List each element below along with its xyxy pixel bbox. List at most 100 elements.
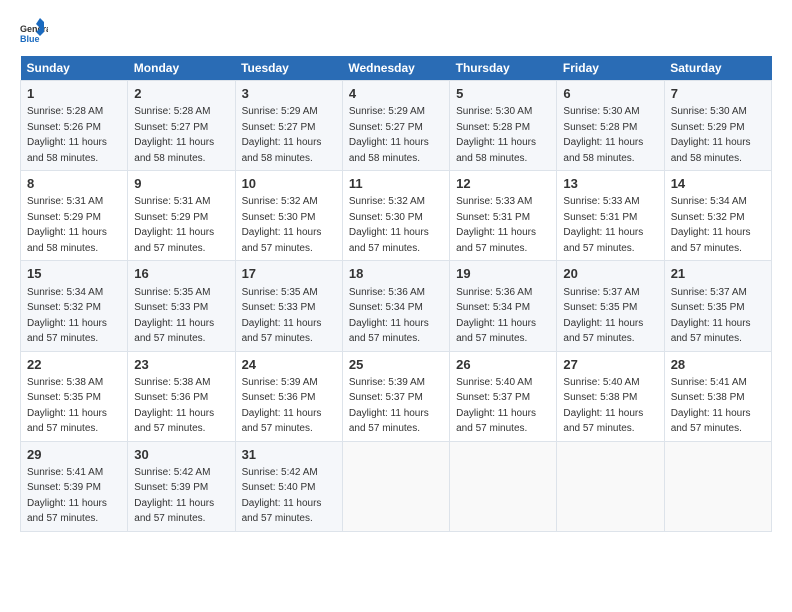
day-info: Sunrise: 5:39 AMSunset: 5:37 PMDaylight:…	[349, 377, 429, 435]
calendar-cell: 28 Sunrise: 5:41 AMSunset: 5:38 PMDaylig…	[664, 351, 771, 441]
day-number: 17	[242, 265, 336, 283]
day-info: Sunrise: 5:34 AMSunset: 5:32 PMDaylight:…	[27, 287, 107, 345]
calendar-week-row: 29 Sunrise: 5:41 AMSunset: 5:39 PMDaylig…	[21, 441, 772, 531]
day-info: Sunrise: 5:40 AMSunset: 5:37 PMDaylight:…	[456, 377, 536, 435]
svg-text:Blue: Blue	[20, 34, 40, 44]
day-number: 30	[134, 446, 228, 464]
calendar-week-row: 22 Sunrise: 5:38 AMSunset: 5:35 PMDaylig…	[21, 351, 772, 441]
calendar-cell	[664, 441, 771, 531]
calendar-cell: 18 Sunrise: 5:36 AMSunset: 5:34 PMDaylig…	[342, 261, 449, 351]
day-number: 20	[563, 265, 657, 283]
day-info: Sunrise: 5:33 AMSunset: 5:31 PMDaylight:…	[563, 196, 643, 254]
day-info: Sunrise: 5:41 AMSunset: 5:39 PMDaylight:…	[27, 467, 107, 525]
calendar-cell: 29 Sunrise: 5:41 AMSunset: 5:39 PMDaylig…	[21, 441, 128, 531]
calendar-cell: 20 Sunrise: 5:37 AMSunset: 5:35 PMDaylig…	[557, 261, 664, 351]
day-info: Sunrise: 5:37 AMSunset: 5:35 PMDaylight:…	[671, 287, 751, 345]
calendar-cell: 26 Sunrise: 5:40 AMSunset: 5:37 PMDaylig…	[450, 351, 557, 441]
day-info: Sunrise: 5:38 AMSunset: 5:35 PMDaylight:…	[27, 377, 107, 435]
logo-icon: General Blue	[20, 18, 48, 46]
day-number: 23	[134, 356, 228, 374]
day-number: 6	[563, 85, 657, 103]
day-number: 8	[27, 175, 121, 193]
day-number: 3	[242, 85, 336, 103]
calendar-table: SundayMondayTuesdayWednesdayThursdayFrid…	[20, 56, 772, 532]
day-number: 1	[27, 85, 121, 103]
calendar-cell: 25 Sunrise: 5:39 AMSunset: 5:37 PMDaylig…	[342, 351, 449, 441]
calendar-cell: 24 Sunrise: 5:39 AMSunset: 5:36 PMDaylig…	[235, 351, 342, 441]
header-friday: Friday	[557, 56, 664, 81]
calendar-week-row: 1 Sunrise: 5:28 AMSunset: 5:26 PMDayligh…	[21, 81, 772, 171]
day-info: Sunrise: 5:37 AMSunset: 5:35 PMDaylight:…	[563, 287, 643, 345]
calendar-cell	[450, 441, 557, 531]
calendar-cell: 8 Sunrise: 5:31 AMSunset: 5:29 PMDayligh…	[21, 171, 128, 261]
calendar-cell: 4 Sunrise: 5:29 AMSunset: 5:27 PMDayligh…	[342, 81, 449, 171]
day-number: 31	[242, 446, 336, 464]
day-number: 16	[134, 265, 228, 283]
calendar-cell: 6 Sunrise: 5:30 AMSunset: 5:28 PMDayligh…	[557, 81, 664, 171]
day-info: Sunrise: 5:35 AMSunset: 5:33 PMDaylight:…	[134, 287, 214, 345]
page-container: General Blue SundayMondayTuesdayWednesda…	[0, 0, 792, 542]
calendar-cell: 17 Sunrise: 5:35 AMSunset: 5:33 PMDaylig…	[235, 261, 342, 351]
day-info: Sunrise: 5:28 AMSunset: 5:27 PMDaylight:…	[134, 106, 214, 164]
day-number: 12	[456, 175, 550, 193]
day-info: Sunrise: 5:39 AMSunset: 5:36 PMDaylight:…	[242, 377, 322, 435]
header-saturday: Saturday	[664, 56, 771, 81]
calendar-cell: 19 Sunrise: 5:36 AMSunset: 5:34 PMDaylig…	[450, 261, 557, 351]
header-row: General Blue	[20, 18, 772, 46]
day-number: 10	[242, 175, 336, 193]
header-tuesday: Tuesday	[235, 56, 342, 81]
day-info: Sunrise: 5:36 AMSunset: 5:34 PMDaylight:…	[456, 287, 536, 345]
header-monday: Monday	[128, 56, 235, 81]
day-number: 21	[671, 265, 765, 283]
day-info: Sunrise: 5:30 AMSunset: 5:29 PMDaylight:…	[671, 106, 751, 164]
day-info: Sunrise: 5:29 AMSunset: 5:27 PMDaylight:…	[242, 106, 322, 164]
calendar-cell	[342, 441, 449, 531]
day-number: 18	[349, 265, 443, 283]
day-number: 7	[671, 85, 765, 103]
calendar-cell: 16 Sunrise: 5:35 AMSunset: 5:33 PMDaylig…	[128, 261, 235, 351]
day-number: 2	[134, 85, 228, 103]
day-info: Sunrise: 5:30 AMSunset: 5:28 PMDaylight:…	[456, 106, 536, 164]
day-info: Sunrise: 5:35 AMSunset: 5:33 PMDaylight:…	[242, 287, 322, 345]
day-number: 4	[349, 85, 443, 103]
day-number: 24	[242, 356, 336, 374]
calendar-cell: 10 Sunrise: 5:32 AMSunset: 5:30 PMDaylig…	[235, 171, 342, 261]
day-number: 11	[349, 175, 443, 193]
calendar-cell: 30 Sunrise: 5:42 AMSunset: 5:39 PMDaylig…	[128, 441, 235, 531]
calendar-cell: 21 Sunrise: 5:37 AMSunset: 5:35 PMDaylig…	[664, 261, 771, 351]
day-number: 27	[563, 356, 657, 374]
day-number: 22	[27, 356, 121, 374]
calendar-cell: 11 Sunrise: 5:32 AMSunset: 5:30 PMDaylig…	[342, 171, 449, 261]
day-number: 28	[671, 356, 765, 374]
day-number: 5	[456, 85, 550, 103]
calendar-cell: 15 Sunrise: 5:34 AMSunset: 5:32 PMDaylig…	[21, 261, 128, 351]
day-info: Sunrise: 5:34 AMSunset: 5:32 PMDaylight:…	[671, 196, 751, 254]
calendar-week-row: 8 Sunrise: 5:31 AMSunset: 5:29 PMDayligh…	[21, 171, 772, 261]
day-number: 13	[563, 175, 657, 193]
calendar-cell: 31 Sunrise: 5:42 AMSunset: 5:40 PMDaylig…	[235, 441, 342, 531]
calendar-cell: 22 Sunrise: 5:38 AMSunset: 5:35 PMDaylig…	[21, 351, 128, 441]
day-info: Sunrise: 5:38 AMSunset: 5:36 PMDaylight:…	[134, 377, 214, 435]
calendar-cell: 14 Sunrise: 5:34 AMSunset: 5:32 PMDaylig…	[664, 171, 771, 261]
day-number: 26	[456, 356, 550, 374]
day-info: Sunrise: 5:42 AMSunset: 5:40 PMDaylight:…	[242, 467, 322, 525]
header-wednesday: Wednesday	[342, 56, 449, 81]
calendar-cell	[557, 441, 664, 531]
day-info: Sunrise: 5:30 AMSunset: 5:28 PMDaylight:…	[563, 106, 643, 164]
calendar-cell: 7 Sunrise: 5:30 AMSunset: 5:29 PMDayligh…	[664, 81, 771, 171]
calendar-cell: 5 Sunrise: 5:30 AMSunset: 5:28 PMDayligh…	[450, 81, 557, 171]
calendar-cell: 9 Sunrise: 5:31 AMSunset: 5:29 PMDayligh…	[128, 171, 235, 261]
day-info: Sunrise: 5:32 AMSunset: 5:30 PMDaylight:…	[242, 196, 322, 254]
day-info: Sunrise: 5:42 AMSunset: 5:39 PMDaylight:…	[134, 467, 214, 525]
calendar-cell: 27 Sunrise: 5:40 AMSunset: 5:38 PMDaylig…	[557, 351, 664, 441]
day-number: 29	[27, 446, 121, 464]
day-number: 9	[134, 175, 228, 193]
day-number: 19	[456, 265, 550, 283]
header-sunday: Sunday	[21, 56, 128, 81]
calendar-cell: 23 Sunrise: 5:38 AMSunset: 5:36 PMDaylig…	[128, 351, 235, 441]
header-thursday: Thursday	[450, 56, 557, 81]
calendar-cell: 12 Sunrise: 5:33 AMSunset: 5:31 PMDaylig…	[450, 171, 557, 261]
day-number: 25	[349, 356, 443, 374]
day-info: Sunrise: 5:36 AMSunset: 5:34 PMDaylight:…	[349, 287, 429, 345]
day-info: Sunrise: 5:31 AMSunset: 5:29 PMDaylight:…	[27, 196, 107, 254]
